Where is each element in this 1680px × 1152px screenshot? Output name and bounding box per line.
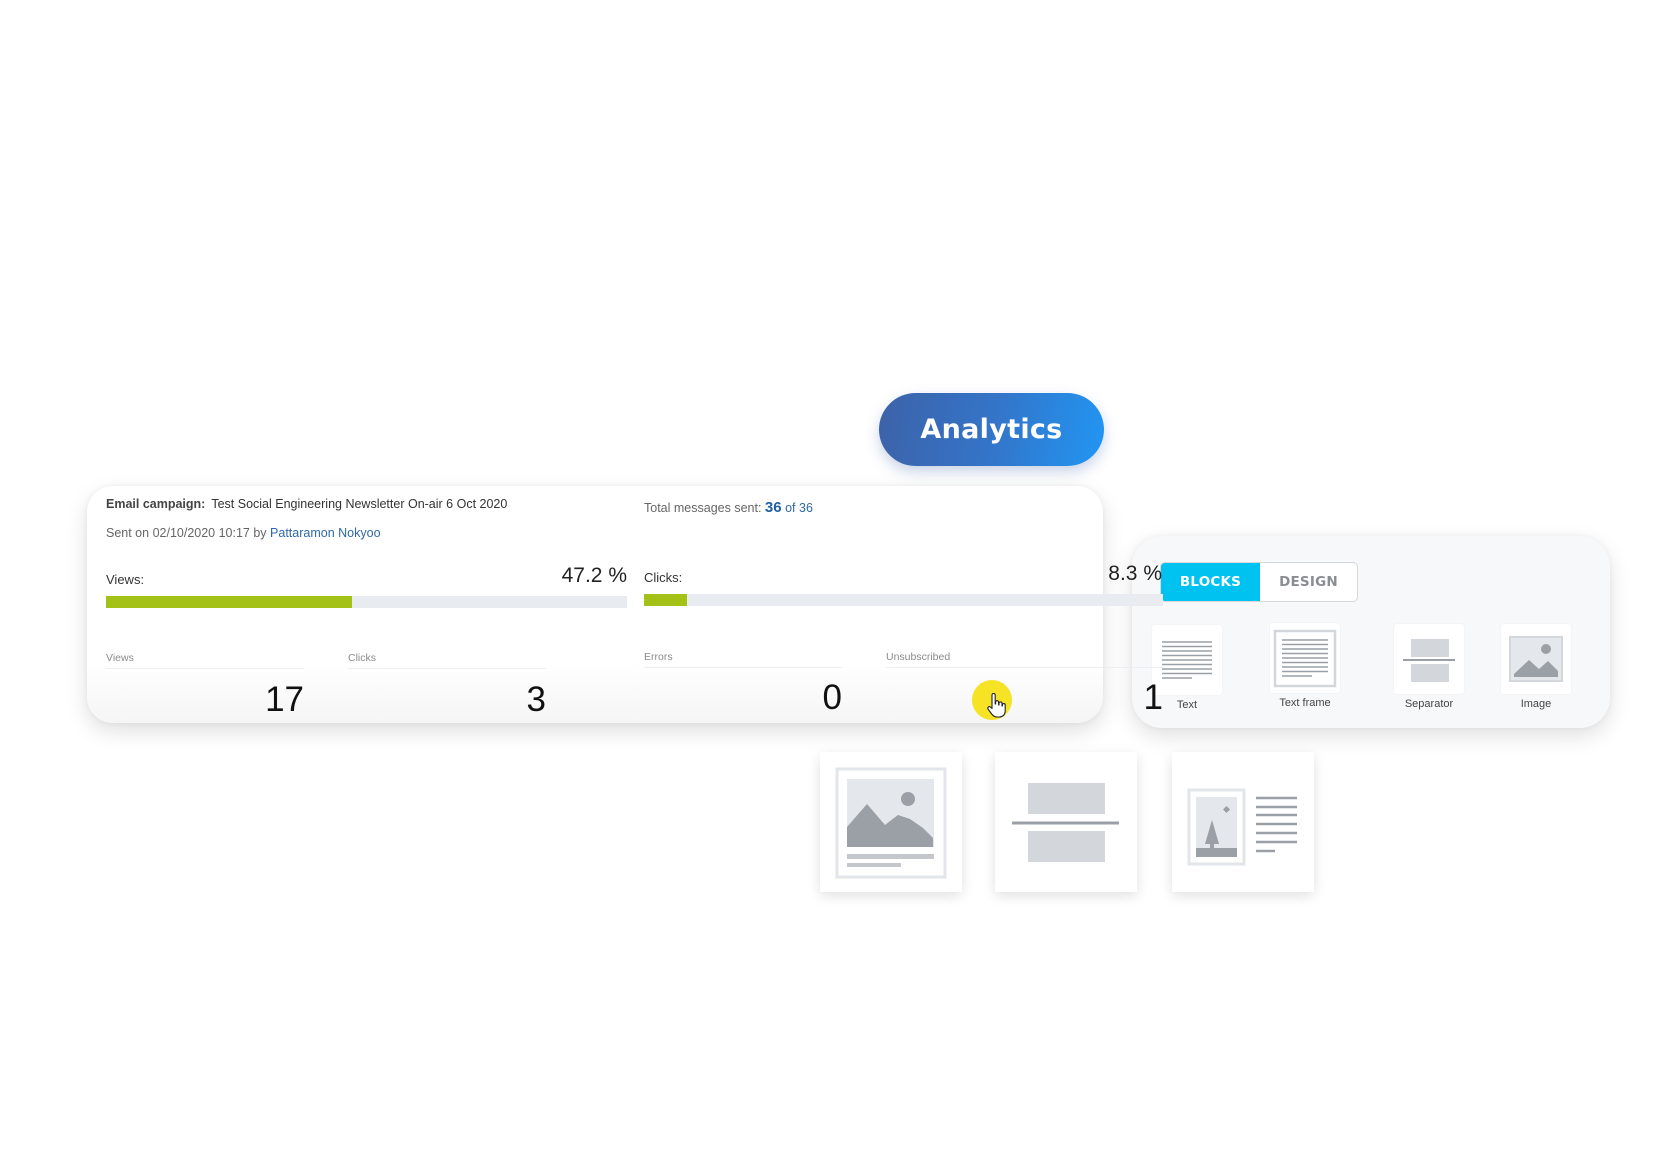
image-caption-block-icon (835, 767, 947, 879)
image-block-icon (1509, 636, 1563, 682)
clicks-rate-value: 8.3 % (1108, 562, 1162, 585)
email-editor-panel: BLOCKS DESIGN Text Text frame Separator … (1132, 536, 1610, 728)
hand-cursor-icon (987, 693, 1006, 718)
campaign-name: Test Social Engineering Newsletter On-ai… (211, 497, 508, 511)
stat-views-divider (106, 668, 304, 669)
stat-views-value: 17 (265, 680, 304, 719)
campaign-label: Email campaign: (106, 497, 206, 511)
stat-clicks-value: 3 (526, 680, 546, 719)
image-text-block-icon (1187, 788, 1297, 866)
analytics-badge-label: Analytics (920, 414, 1063, 445)
stat-errors-divider (644, 667, 842, 668)
sender-link[interactable]: Pattaramon Nokyoo (270, 526, 380, 540)
sent-date: Sent on 02/10/2020 10:17 by (106, 526, 267, 540)
stat-errors-value: 0 (822, 678, 842, 717)
block-text-frame[interactable] (1270, 623, 1340, 693)
floating-tile-image-caption[interactable] (820, 752, 962, 892)
views-rate-label: Views: (106, 572, 145, 587)
block-image[interactable] (1501, 624, 1571, 694)
total-count: 36 (799, 501, 813, 515)
campaign-analytics-card: Email campaign: Test Social Engineering N… (87, 486, 1163, 723)
campaign-title: Email campaign: Test Social Engineering N… (106, 497, 507, 511)
total-label: Total messages sent: (644, 501, 762, 515)
block-separator[interactable] (1394, 624, 1464, 694)
tab-blocks[interactable]: BLOCKS (1161, 563, 1260, 601)
stat-clicks-label: Clicks (348, 652, 376, 664)
total-messages: Total messages sent: 36 of 36 (644, 499, 813, 516)
tab-design[interactable]: DESIGN (1260, 563, 1357, 601)
total-sent-value: 36 (764, 499, 782, 516)
analytics-badge: Analytics (879, 393, 1104, 466)
stat-unsubscribed-label: Unsubscribed (886, 651, 951, 663)
separator-block-icon (1403, 639, 1455, 682)
floating-tile-separator[interactable] (995, 752, 1137, 892)
views-rate-value: 47.2 % (561, 564, 627, 587)
text-frame-block-icon (1273, 629, 1337, 688)
block-text-frame-label: Text frame (1279, 697, 1331, 709)
views-progress-fill (106, 596, 352, 608)
clicks-rate-label: Clicks: (644, 570, 683, 585)
stat-clicks-divider (348, 668, 546, 669)
sent-info: Sent on 02/10/2020 10:17 by Pattaramon N… (106, 526, 381, 540)
block-separator-label: Separator (1404, 698, 1454, 710)
clicks-progress-bar (644, 594, 1163, 606)
floating-tile-image-text[interactable] (1172, 752, 1314, 892)
clicks-progress-fill (644, 594, 688, 606)
editor-tabs: BLOCKS DESIGN (1160, 562, 1358, 602)
stat-unsubscribed-divider (886, 667, 1163, 668)
stat-views-label: Views (106, 652, 134, 664)
separator-block-icon (1012, 783, 1119, 862)
views-progress-bar (106, 596, 627, 608)
total-of: of (785, 501, 796, 515)
block-image-label: Image (1520, 698, 1552, 710)
stat-errors-label: Errors (644, 651, 673, 663)
